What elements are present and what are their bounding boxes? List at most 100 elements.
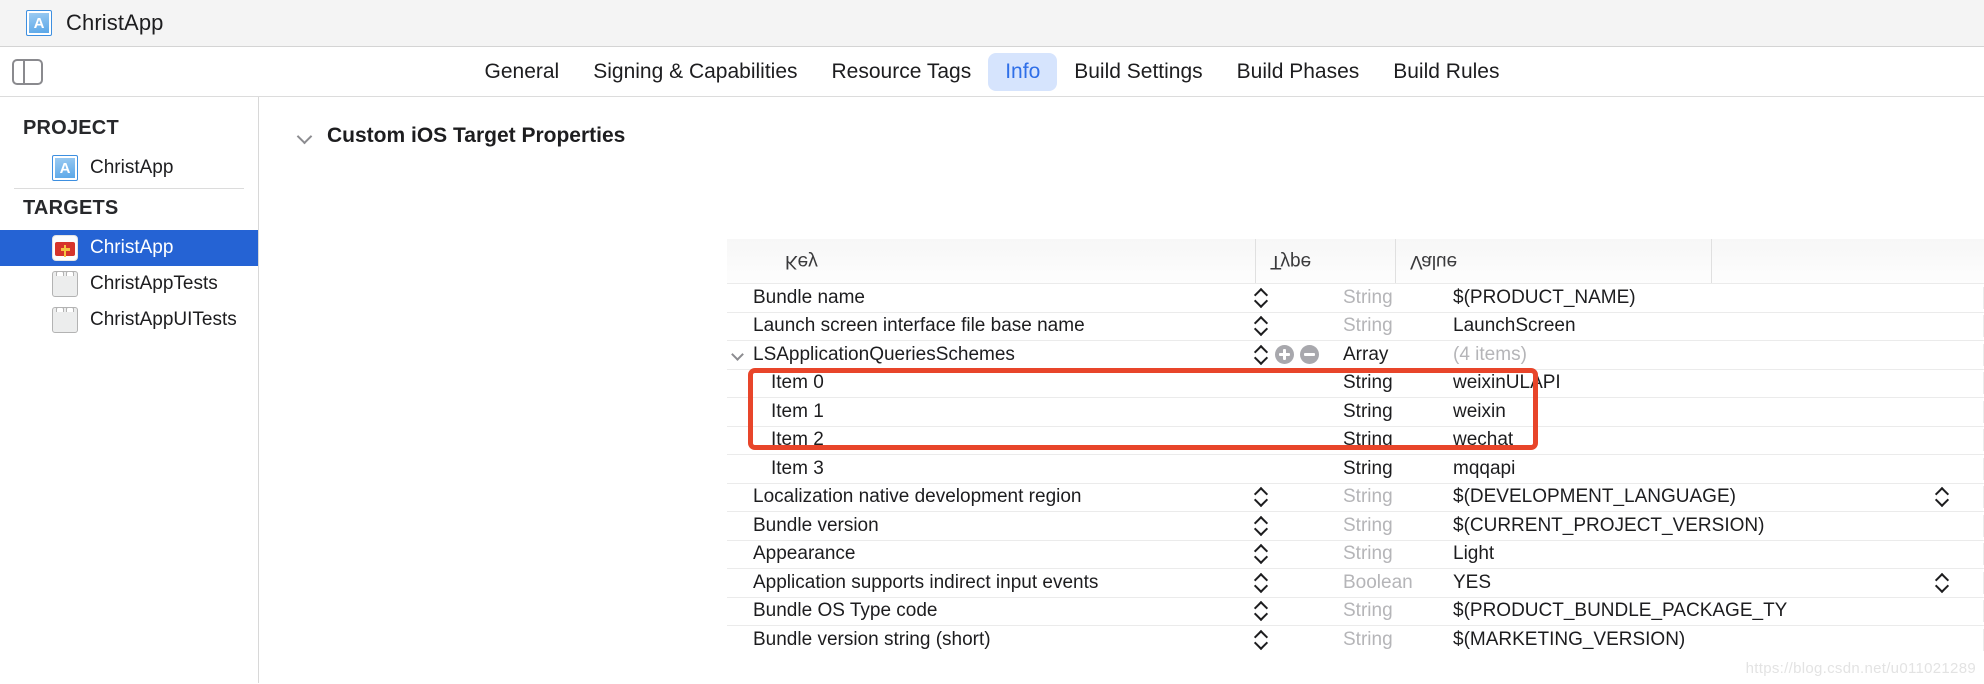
tab-resource-tags[interactable]: Resource Tags <box>815 53 989 91</box>
sidebar-item-label: ChristAppTests <box>90 273 218 294</box>
key-stepper-icon[interactable] <box>1255 344 1269 366</box>
cell-value[interactable]: $(DEVELOPMENT_LANGUAGE) <box>1453 486 1984 509</box>
cell-key[interactable]: Appearance <box>727 543 1255 565</box>
cell-type[interactable]: Array <box>1343 344 1453 366</box>
cell-value[interactable]: weixin <box>1453 400 1984 423</box>
table-row[interactable]: LSApplicationQueriesSchemes Array (4 items… <box>727 340 1984 369</box>
value-stepper-icon[interactable] <box>1936 572 1950 594</box>
tab-info[interactable]: Info <box>988 52 1058 91</box>
sidebar-item-christappuitests[interactable]: ChristAppUITests <box>0 302 258 338</box>
value-label: $(CURRENT_PROJECT_VERSION) <box>1453 514 1765 536</box>
cell-type[interactable]: String <box>1343 543 1453 565</box>
key-label: Application supports indirect input even… <box>753 571 1099 593</box>
cell-key[interactable]: Item 1 <box>727 401 1255 423</box>
cell-value[interactable]: LaunchScreen <box>1453 315 1984 338</box>
table-row[interactable]: Bundle version string (short) String $(MAR… <box>727 625 1984 654</box>
cell-value[interactable]: $(MARKETING_VERSION) <box>1453 628 1984 651</box>
cell-key[interactable]: Item 3 <box>727 458 1255 480</box>
remove-item-button[interactable] <box>1300 345 1319 365</box>
cell-value[interactable]: YES <box>1453 571 1984 594</box>
table-row[interactable]: Application supports indirect input even… <box>727 568 1984 597</box>
table-row[interactable]: Bundle name String $(PRODUCT_NAME) <box>727 283 1984 312</box>
cell-key[interactable]: Bundle OS Type code <box>727 600 1255 622</box>
key-stepper-icon[interactable] <box>1255 572 1269 594</box>
cell-type[interactable]: String <box>1343 401 1453 423</box>
table-row[interactable]: Item 0 String weixinULAPI <box>727 368 1984 398</box>
cell-controls <box>1255 315 1343 337</box>
cell-type[interactable]: String <box>1343 372 1453 394</box>
table-row[interactable]: Item 2 String wechat <box>727 425 1984 455</box>
value-label: LaunchScreen <box>1453 315 1576 337</box>
cell-value[interactable]: $(PRODUCT_NAME) <box>1453 286 1984 309</box>
cell-value[interactable]: weixinULAPI <box>1453 372 1984 395</box>
table-row[interactable]: Item 3 String mqqapi <box>727 454 1984 483</box>
tab-general[interactable]: General <box>468 53 577 91</box>
sidebar-section-targets: TARGETS <box>23 197 119 219</box>
column-header-key[interactable]: Key <box>727 239 1255 283</box>
sidebar-item-christapp[interactable]: ChristApp <box>0 230 258 266</box>
cell-value[interactable]: (4 items) <box>1453 343 1984 366</box>
cell-key[interactable]: Bundle name <box>727 287 1255 309</box>
cell-key[interactable]: Application supports indirect input even… <box>727 572 1255 594</box>
key-stepper-icon[interactable] <box>1255 486 1269 508</box>
chevron-down-icon[interactable] <box>731 347 747 363</box>
cell-type[interactable]: String <box>1343 429 1453 451</box>
table-row[interactable]: Bundle version String $(CURRENT_PROJECT_VE… <box>727 511 1984 540</box>
cell-key[interactable]: Launch screen interface file base name <box>727 315 1255 337</box>
value-stepper-icon[interactable] <box>1936 486 1950 508</box>
window-title-bar: ChristApp <box>0 0 1984 47</box>
table-row[interactable]: Launch screen interface file base name St… <box>727 311 1984 341</box>
cell-type[interactable]: String <box>1343 287 1453 309</box>
value-label: Light <box>1453 543 1495 565</box>
cell-type[interactable]: String <box>1343 629 1453 651</box>
sidebar-toggle-icon[interactable] <box>12 58 43 85</box>
key-label: Appearance <box>753 543 856 565</box>
custom-target-properties-header[interactable]: Custom iOS Target Properties <box>259 97 1984 148</box>
cell-value[interactable]: wechat <box>1453 429 1984 452</box>
key-label: Localization native development region <box>753 486 1082 508</box>
cell-type[interactable]: String <box>1343 486 1453 508</box>
cell-type[interactable]: Boolean <box>1343 572 1453 594</box>
key-stepper-icon[interactable] <box>1255 287 1269 309</box>
key-label: Item 3 <box>771 457 824 479</box>
cell-key[interactable]: Item 0 <box>727 372 1255 394</box>
value-label: (4 items) <box>1453 343 1527 365</box>
cell-key[interactable]: LSApplicationQueriesSchemes <box>727 344 1255 366</box>
table-row[interactable]: Bundle OS Type code String $(PRODUCT_BUNDL… <box>727 596 1984 626</box>
cell-type[interactable]: String <box>1343 315 1453 337</box>
watermark-text: https://blog.csdn.net/u011021289 <box>1745 660 1976 677</box>
table-row[interactable]: Appearance String Light <box>727 539 1984 569</box>
cell-value[interactable]: mqqapi <box>1453 457 1984 480</box>
cell-value[interactable]: Light <box>1453 543 1984 566</box>
key-stepper-icon[interactable] <box>1255 315 1269 337</box>
key-stepper-icon[interactable] <box>1255 543 1269 565</box>
key-stepper-icon[interactable] <box>1255 515 1269 537</box>
tab-build-rules[interactable]: Build Rules <box>1376 53 1516 91</box>
key-stepper-icon[interactable] <box>1255 600 1269 622</box>
cell-key[interactable]: Bundle version <box>727 515 1255 537</box>
column-header-filler <box>1711 239 1984 283</box>
sidebar-item-christapptests[interactable]: ChristAppTests <box>0 266 258 302</box>
cell-value[interactable]: $(PRODUCT_BUNDLE_PACKAGE_TY <box>1453 600 1984 623</box>
cell-key[interactable]: Item 2 <box>727 429 1255 451</box>
sidebar-item-christapp[interactable]: ChristApp <box>0 150 258 186</box>
cell-key[interactable]: Localization native development region <box>727 486 1255 508</box>
chevron-down-icon[interactable] <box>297 128 313 144</box>
table-row[interactable]: Localization native development region St… <box>727 482 1984 512</box>
tab-build-settings[interactable]: Build Settings <box>1057 53 1219 91</box>
cell-type[interactable]: String <box>1343 515 1453 537</box>
tab-build-phases[interactable]: Build Phases <box>1220 53 1377 91</box>
cell-value[interactable]: $(CURRENT_PROJECT_VERSION) <box>1453 514 1984 537</box>
cell-type[interactable]: String <box>1343 600 1453 622</box>
key-stepper-icon[interactable] <box>1255 629 1269 651</box>
tab-signing-capabilities[interactable]: Signing & Capabilities <box>576 53 814 91</box>
value-label: weixin <box>1453 400 1506 422</box>
table-row[interactable]: Item 1 String weixin <box>727 397 1984 426</box>
column-header-value[interactable]: Value <box>1395 239 1711 283</box>
add-item-button[interactable] <box>1275 345 1294 365</box>
cell-type[interactable]: String <box>1343 458 1453 480</box>
column-header-type[interactable]: Type <box>1255 239 1395 283</box>
cell-key[interactable]: Bundle version string (short) <box>727 629 1255 651</box>
cell-controls <box>1255 543 1343 565</box>
cell-controls <box>1255 486 1343 508</box>
